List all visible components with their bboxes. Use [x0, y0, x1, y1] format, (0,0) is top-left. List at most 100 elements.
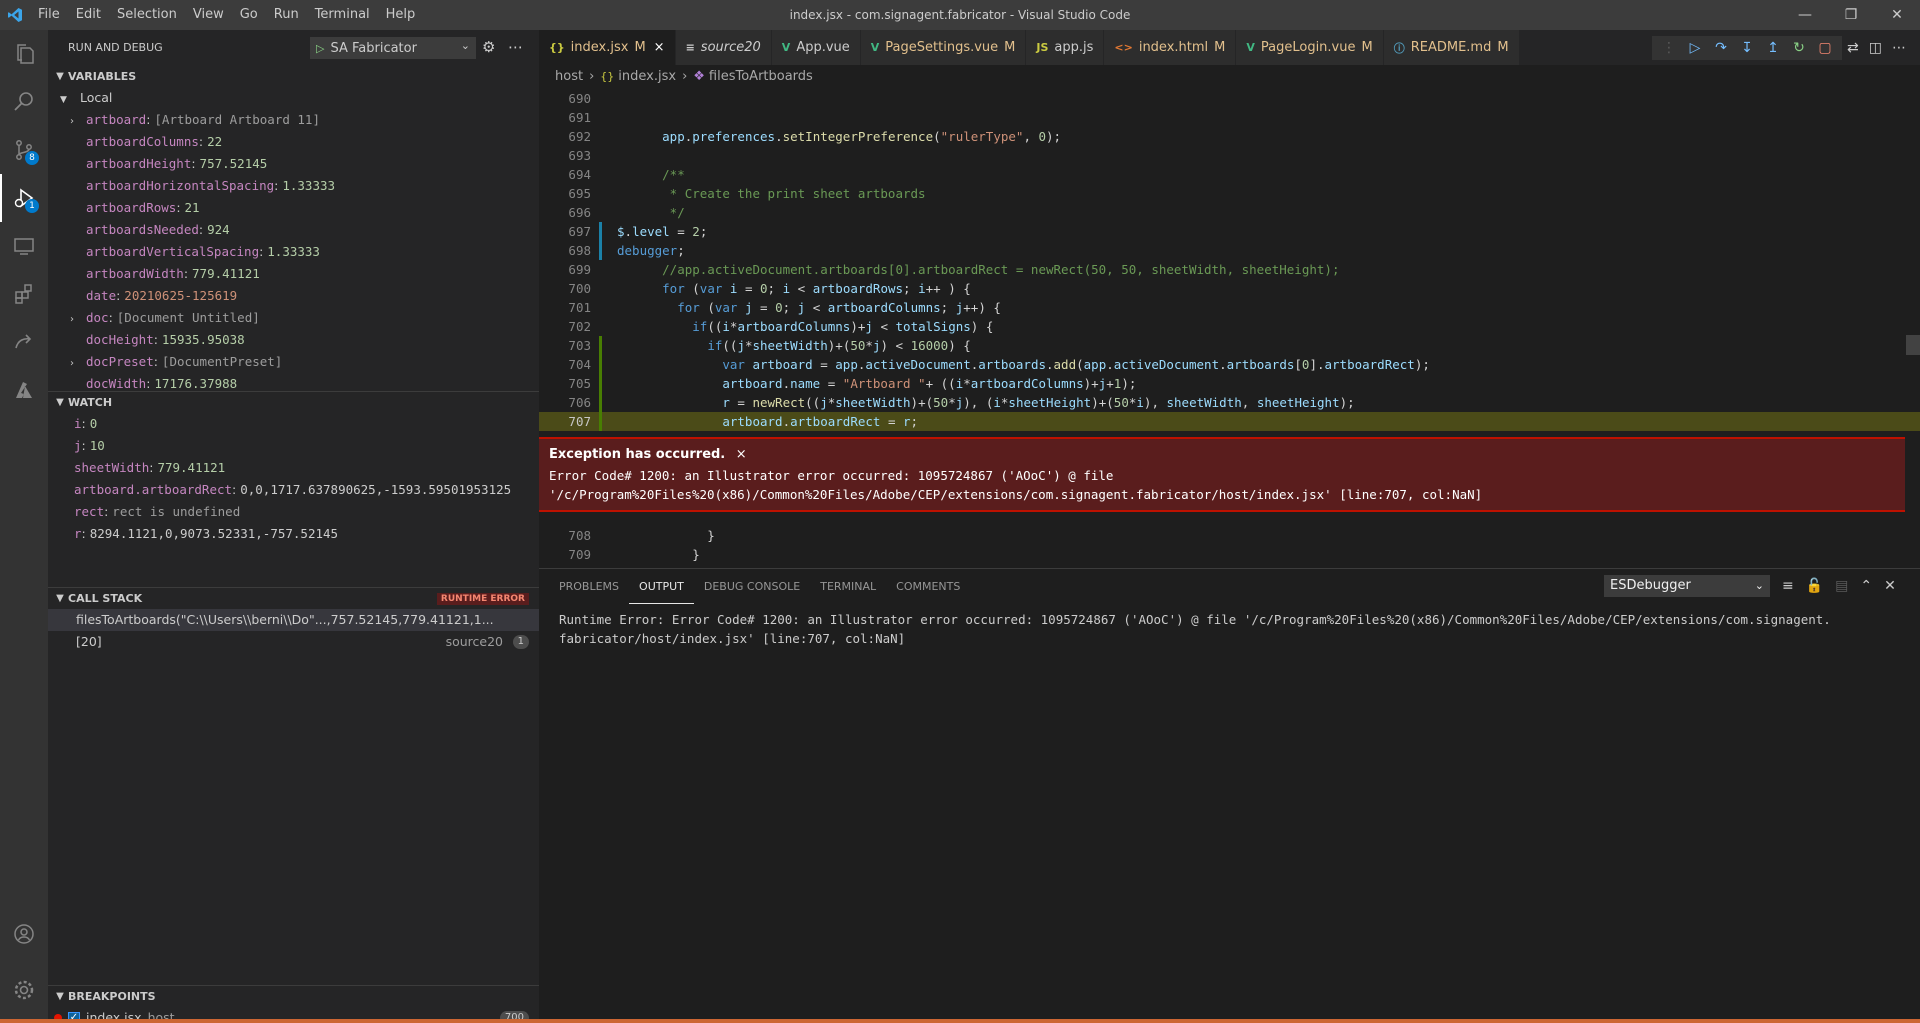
- variable-item[interactable]: artboardColumns: 22: [48, 131, 539, 153]
- breadcrumb-item[interactable]: host: [555, 69, 583, 84]
- variable-item[interactable]: artboardsNeeded: 924: [48, 219, 539, 241]
- gutter[interactable]: [591, 108, 617, 127]
- line-number[interactable]: 706: [539, 393, 591, 412]
- gutter[interactable]: [591, 241, 617, 260]
- variable-item[interactable]: artboardWidth: 779.41121: [48, 263, 539, 285]
- editor-tab[interactable]: V PageSettings.vue M: [860, 30, 1027, 65]
- more-actions-icon[interactable]: ⋯: [508, 38, 523, 56]
- editor-tab[interactable]: {} index.jsx M ×: [539, 30, 676, 65]
- watch-item[interactable]: r: 8294.1121,0,9073.52331,-757.52145: [48, 523, 539, 545]
- source-control-icon[interactable]: 8: [0, 126, 48, 174]
- accounts-icon[interactable]: [0, 910, 48, 958]
- variable-item[interactable]: › doc: [Document Untitled]: [48, 307, 539, 329]
- line-number[interactable]: 702: [539, 317, 591, 336]
- extensions-icon[interactable]: [0, 270, 48, 318]
- editor-tab[interactable]: JS app.js: [1026, 30, 1105, 65]
- gutter[interactable]: [591, 260, 617, 279]
- line-number[interactable]: 705: [539, 374, 591, 393]
- menu-terminal[interactable]: Terminal: [307, 0, 378, 30]
- close-exception-icon[interactable]: ×: [736, 447, 747, 462]
- gutter[interactable]: [591, 127, 617, 146]
- open-log-icon[interactable]: ▤: [1835, 578, 1848, 594]
- line-number[interactable]: 696: [539, 203, 591, 222]
- editor-tab[interactable]: <> index.html M: [1104, 30, 1237, 65]
- line-number[interactable]: 700: [539, 279, 591, 298]
- open-launch-json-gear-icon[interactable]: ⚙: [482, 38, 495, 56]
- line-number[interactable]: 699: [539, 260, 591, 279]
- line-number[interactable]: 707: [539, 412, 591, 431]
- line-number[interactable]: 692: [539, 127, 591, 146]
- split-editor-icon[interactable]: ◫: [1869, 40, 1882, 56]
- panel-tab-comments[interactable]: COMMENTS: [886, 569, 970, 604]
- close-window-button[interactable]: ✕: [1874, 0, 1920, 30]
- gutter[interactable]: [591, 545, 617, 564]
- gutter[interactable]: [591, 203, 617, 222]
- output-channel-select[interactable]: ESDebugger ⌄: [1604, 575, 1770, 597]
- stop-icon[interactable]: ▢: [1812, 40, 1838, 56]
- run-debug-icon[interactable]: 1: [0, 174, 48, 222]
- menu-go[interactable]: Go: [232, 0, 266, 30]
- remote-explorer-icon[interactable]: [0, 222, 48, 270]
- line-number[interactable]: 690: [539, 89, 591, 108]
- watch-item[interactable]: rect: rect is undefined: [48, 501, 539, 523]
- gutter[interactable]: [591, 317, 617, 336]
- breadcrumb-item[interactable]: index.jsx: [618, 69, 676, 84]
- more-actions-icon[interactable]: ⋯: [1892, 40, 1906, 56]
- menu-help[interactable]: Help: [378, 0, 424, 30]
- gutter[interactable]: [591, 146, 617, 165]
- maximize-panel-icon[interactable]: ⌃: [1860, 578, 1872, 594]
- gutter[interactable]: [591, 165, 617, 184]
- gutter[interactable]: [591, 374, 617, 393]
- minimize-button[interactable]: —: [1782, 0, 1828, 30]
- launch-config-select[interactable]: ▷ SA Fabricator ⌄: [310, 37, 476, 59]
- line-number[interactable]: 709: [539, 545, 591, 564]
- panel-tab-debug-console[interactable]: DEBUG CONSOLE: [694, 569, 810, 604]
- line-number[interactable]: 691: [539, 108, 591, 127]
- code-editor[interactable]: 690 691 692 app.preferences.setIntegerPref…: [539, 89, 1920, 434]
- watch-item[interactable]: sheetWidth: 779.41121: [48, 457, 539, 479]
- variable-item[interactable]: docHeight: 15935.95038: [48, 329, 539, 351]
- restart-icon[interactable]: ↻: [1786, 40, 1812, 56]
- variable-item[interactable]: artboardRows: 21: [48, 197, 539, 219]
- manage-gear-icon[interactable]: [0, 966, 48, 1014]
- variable-item[interactable]: artboardHeight: 757.52145: [48, 153, 539, 175]
- local-scope-header[interactable]: ▼ Local: [48, 87, 539, 109]
- variables-section-header[interactable]: ▼ VARIABLES: [48, 65, 539, 87]
- lock-scroll-icon[interactable]: 🔓: [1806, 578, 1823, 594]
- menu-view[interactable]: View: [185, 0, 232, 30]
- line-number[interactable]: 697: [539, 222, 591, 241]
- watch-item[interactable]: j: 10: [48, 435, 539, 457]
- chevron-right-icon[interactable]: ›: [70, 309, 86, 329]
- line-number[interactable]: 701: [539, 298, 591, 317]
- call-stack-frame[interactable]: [20] source20 1: [48, 631, 539, 653]
- panel-tab-terminal[interactable]: TERMINAL: [810, 569, 886, 604]
- code-editor-continued[interactable]: 708 } 709 }: [539, 526, 1920, 566]
- breadcrumb-item[interactable]: filesToArtboards: [709, 69, 813, 84]
- variable-item[interactable]: › artboard: [Artboard Artboard 11]: [48, 109, 539, 131]
- line-number[interactable]: 708: [539, 526, 591, 545]
- close-panel-icon[interactable]: ✕: [1884, 578, 1896, 594]
- close-tab-icon[interactable]: ×: [654, 40, 665, 55]
- line-number[interactable]: 694: [539, 165, 591, 184]
- gutter[interactable]: ▷: [591, 412, 617, 431]
- restore-button[interactable]: ❐: [1828, 0, 1874, 30]
- start-debug-icon[interactable]: ▷: [316, 42, 324, 55]
- scrollbar-slider[interactable]: [1906, 335, 1920, 355]
- step-over-icon[interactable]: ↷: [1708, 40, 1734, 56]
- editor-tab[interactable]: V PageLogin.vue M: [1236, 30, 1384, 65]
- live-share-icon[interactable]: [0, 318, 48, 366]
- breakpoints-section-header[interactable]: ▼ BREAKPOINTS: [48, 985, 539, 1007]
- call-stack-section-header[interactable]: ▼ CALL STACK RUNTIME ERROR: [48, 587, 539, 609]
- gutter[interactable]: [591, 355, 617, 374]
- line-number[interactable]: 704: [539, 355, 591, 374]
- menu-edit[interactable]: Edit: [68, 0, 109, 30]
- watch-section-header[interactable]: ▼ WATCH: [48, 391, 539, 413]
- continue-icon[interactable]: ▷: [1682, 40, 1708, 56]
- search-icon[interactable]: [0, 78, 48, 126]
- azure-icon[interactable]: [0, 366, 48, 414]
- editor-tab[interactable]: V App.vue: [771, 30, 861, 65]
- panel-tab-output[interactable]: OUTPUT: [629, 569, 694, 604]
- variable-item[interactable]: date: 20210625-125619: [48, 285, 539, 307]
- gutter[interactable]: [591, 526, 617, 545]
- line-number[interactable]: 698: [539, 241, 591, 260]
